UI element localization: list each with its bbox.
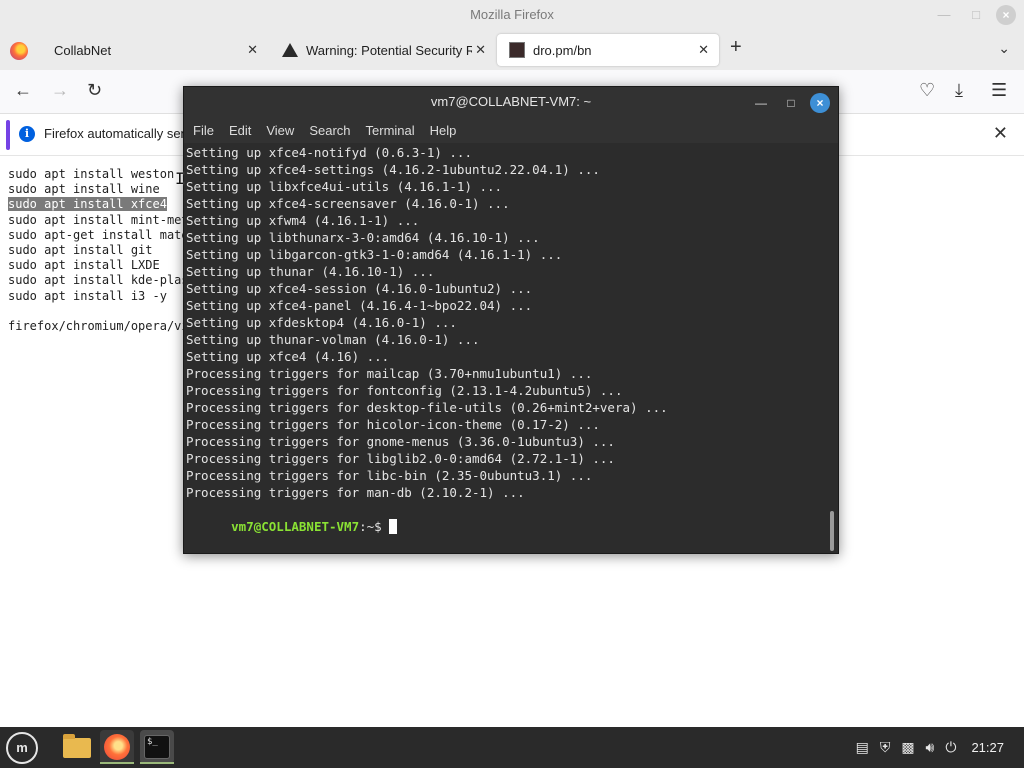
menu-view[interactable]: View xyxy=(266,119,294,143)
text-cursor xyxy=(389,519,398,534)
list-all-tabs-icon[interactable]: ⌄ xyxy=(998,40,1010,57)
close-window-icon[interactable]: × xyxy=(996,5,1016,25)
notification-accent xyxy=(6,120,10,150)
site-favicon-icon xyxy=(509,42,525,58)
terminal-output-line: Setting up libgarcon-gtk3-1-0:amd64 (4.1… xyxy=(186,247,563,262)
power-icon[interactable]: ⏻ xyxy=(945,739,956,756)
shield-icon[interactable]: ⛨ xyxy=(880,739,891,756)
menu-file[interactable]: File xyxy=(193,119,214,143)
terminal-scrollbar[interactable] xyxy=(830,511,834,551)
terminal-output-line: Setting up libxfce4ui-utils (4.16.1-1) .… xyxy=(186,179,503,194)
network-icon[interactable]: ▩ xyxy=(901,739,914,756)
terminal-window[interactable]: vm7@COLLABNET-VM7: ~ — □ × File Edit Vie… xyxy=(183,86,839,554)
downloads-icon[interactable]: ⤓ xyxy=(955,80,963,101)
tab-title: Warning: Potential Security Risk Ahead xyxy=(306,42,472,58)
terminal-output-area[interactable]: Setting up xfce4-notifyd (0.6.3-1) ... S… xyxy=(184,143,838,553)
forward-arrow-icon[interactable]: → xyxy=(51,80,69,101)
terminal-output-line: Setting up xfwm4 (4.16.1-1) ... xyxy=(186,213,420,228)
active-indicator xyxy=(140,762,174,764)
tab-title: CollabNet xyxy=(54,42,112,58)
terminal-output-line: Setting up xfdesktop4 (4.16.0-1) ... xyxy=(186,315,457,330)
folder-icon xyxy=(63,734,91,758)
clock[interactable]: 21:27 xyxy=(971,740,1004,755)
reload-icon[interactable]: ↻ xyxy=(87,80,102,101)
tab-collabnet[interactable]: CollabNet ✕ xyxy=(40,34,268,66)
info-icon: i xyxy=(19,126,35,142)
pocket-icon[interactable]: ♡ xyxy=(919,80,935,101)
menu-terminal[interactable]: Terminal xyxy=(366,119,415,143)
hamburger-menu-icon[interactable]: ☰ xyxy=(991,80,1007,101)
page-text-line[interactable]: sudo apt install wine xyxy=(8,182,160,196)
files-launcher[interactable] xyxy=(60,730,94,764)
page-text-line[interactable]: sudo apt install weston xyxy=(8,167,174,181)
mint-menu-icon[interactable]: m xyxy=(6,732,38,764)
tab-dro-pm[interactable]: dro.pm/bn ✕ xyxy=(497,34,719,66)
firefox-launcher[interactable] xyxy=(100,730,134,764)
terminal-output-line: Setting up xfce4-panel (4.16.4-1~bpo22.0… xyxy=(186,298,533,313)
window-title: Mozilla Firefox xyxy=(470,7,554,22)
menu-help[interactable]: Help xyxy=(430,119,457,143)
terminal-output-line: Processing triggers for fontconfig (2.13… xyxy=(186,383,623,398)
terminal-launcher[interactable]: $_ xyxy=(140,730,174,764)
page-text-line[interactable]: sudo apt install xfce4 xyxy=(8,197,167,212)
terminal-output-line: Processing triggers for hicolor-icon-the… xyxy=(186,417,600,432)
window-controls: — □ × xyxy=(928,5,1016,25)
maximize-icon[interactable]: □ xyxy=(960,5,992,25)
page-text-line[interactable]: sudo apt install i3 -y xyxy=(8,289,167,303)
page-text-line[interactable]: sudo apt install LXDE xyxy=(8,258,160,272)
tab-close-icon[interactable]: ✕ xyxy=(247,42,258,58)
terminal-icon: $_ xyxy=(144,735,170,759)
menu-search[interactable]: Search xyxy=(309,119,350,143)
mouse-ibeam-cursor-icon: I xyxy=(175,169,185,188)
terminal-title: vm7@COLLABNET-VM7: ~ xyxy=(430,94,592,109)
terminal-output-line: Setting up xfce4-session (4.16.0-1ubuntu… xyxy=(186,281,533,296)
terminal-output-line: Processing triggers for mailcap (3.70+nm… xyxy=(186,366,593,381)
terminal-output-line: Setting up thunar-volman (4.16.0-1) ... xyxy=(186,332,480,347)
tab-security-warning[interactable]: Warning: Potential Security Risk Ahead ✕ xyxy=(270,34,496,66)
volume-icon[interactable]: 🔊︎ xyxy=(926,739,935,756)
terminal-output-line: Processing triggers for desktop-file-uti… xyxy=(186,400,668,415)
terminal-output-line: Setting up thunar (4.16.10-1) ... xyxy=(186,264,435,279)
tab-bar: CollabNet ✕ Warning: Potential Security … xyxy=(0,30,1024,70)
page-text-line[interactable]: sudo apt-get install mate xyxy=(8,228,189,242)
minimize-icon[interactable]: — xyxy=(746,93,776,113)
terminal-window-controls: — □ × xyxy=(746,93,830,113)
terminal-output-line: Setting up xfce4-screensaver (4.16.0-1) … xyxy=(186,196,510,211)
terminal-output-line: Processing triggers for gnome-menus (3.3… xyxy=(186,434,615,449)
update-manager-icon[interactable]: ▤ xyxy=(856,739,869,756)
prompt-user: vm7@COLLABNET-VM7 xyxy=(231,519,360,534)
terminal-output-line: Setting up xfce4-settings (4.16.2-1ubunt… xyxy=(186,162,600,177)
taskbar: m $_ ▤ ⛨ ▩ 🔊︎ ⏻ 21:27 xyxy=(0,727,1024,768)
firefox-logo-icon[interactable] xyxy=(10,42,28,60)
system-tray: ▤ ⛨ ▩ 🔊︎ ⏻ 21:27 xyxy=(856,727,1024,768)
terminal-output-line: Processing triggers for libc-bin (2.35-0… xyxy=(186,468,593,483)
minimize-icon[interactable]: — xyxy=(928,5,960,25)
maximize-icon[interactable]: □ xyxy=(776,93,806,113)
close-notification-icon[interactable]: ✕ xyxy=(993,123,1008,144)
terminal-output: Setting up xfce4-notifyd (0.6.3-1) ... S… xyxy=(186,144,668,501)
tab-close-icon[interactable]: ✕ xyxy=(698,42,709,58)
active-indicator xyxy=(100,762,134,764)
terminal-titlebar[interactable]: vm7@COLLABNET-VM7: ~ — □ × xyxy=(184,87,838,119)
tab-title: dro.pm/bn xyxy=(533,42,592,58)
warning-icon xyxy=(282,43,298,57)
terminal-output-line: Setting up libthunarx-3-0:amd64 (4.16.10… xyxy=(186,230,540,245)
terminal-output-line: Setting up xfce4-notifyd (0.6.3-1) ... xyxy=(186,145,472,160)
firefox-icon xyxy=(104,734,130,760)
firefox-titlebar: Mozilla Firefox — □ × xyxy=(0,0,1024,30)
terminal-output-line: Processing triggers for libglib2.0-0:amd… xyxy=(186,451,615,466)
terminal-menubar: File Edit View Search Terminal Help xyxy=(184,119,838,143)
terminal-output-line: Setting up xfce4 (4.16) ... xyxy=(186,349,390,364)
new-tab-icon[interactable]: + xyxy=(730,36,742,59)
tab-close-icon[interactable]: ✕ xyxy=(475,42,486,58)
close-terminal-icon[interactable]: × xyxy=(810,93,830,113)
back-arrow-icon[interactable]: ← xyxy=(14,80,32,101)
page-text-line[interactable]: sudo apt install git xyxy=(8,243,153,257)
prompt-path: :~$ xyxy=(359,519,390,534)
terminal-prompt[interactable]: vm7@COLLABNET-VM7:~$ xyxy=(186,501,398,552)
terminal-output-line: Processing triggers for man-db (2.10.2-1… xyxy=(186,485,525,500)
menu-edit[interactable]: Edit xyxy=(229,119,251,143)
